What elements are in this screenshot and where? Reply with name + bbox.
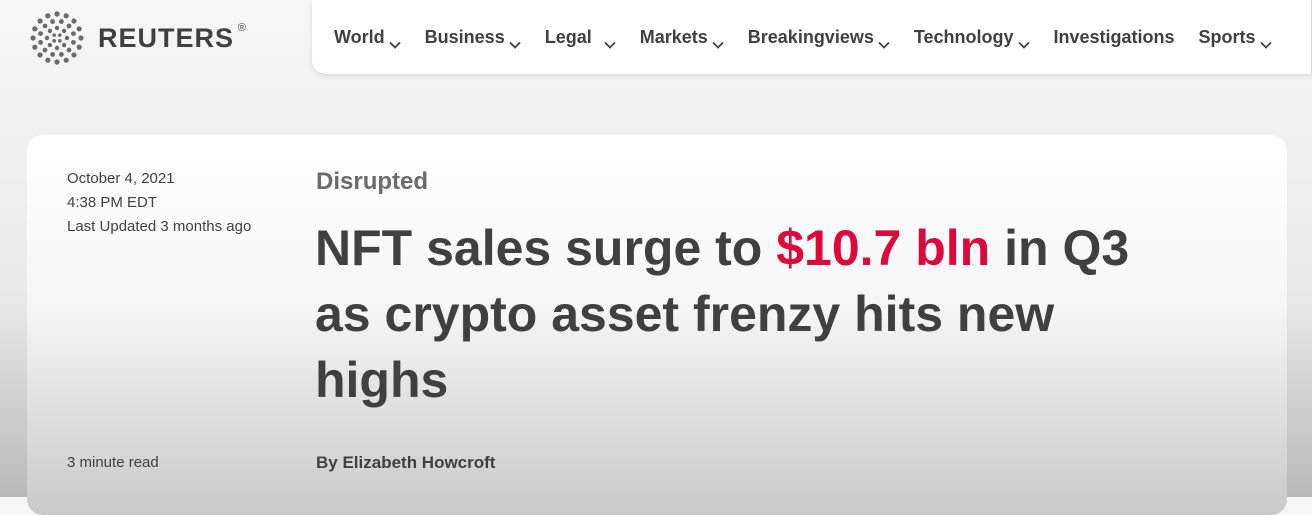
main-navigation: World Business Legal Markets Breakingvie… <box>312 0 1312 74</box>
article-headline: NFT sales surge to $10.7 bln in Q3 as cr… <box>315 215 1135 413</box>
chevron-down-icon <box>1259 33 1272 49</box>
nav-item-label: Markets <box>639 26 708 47</box>
nav-item-markets[interactable]: Markets <box>639 26 724 49</box>
nav-item-technology[interactable]: Technology <box>913 26 1030 49</box>
brand-name-text: REUTERS <box>98 22 235 53</box>
headline-highlight: $10.7 bln <box>776 220 991 276</box>
chevron-down-icon <box>509 33 521 49</box>
nav-item-label: Breakingviews <box>747 26 874 47</box>
registered-mark: ® <box>237 21 248 34</box>
article-meta: October 4, 2021 4:38 PM EDT Last Updated… <box>67 167 251 239</box>
chevron-down-icon <box>1017 33 1030 49</box>
nav-item-breakingviews[interactable]: Breakingviews <box>747 26 890 49</box>
nav-item-world[interactable]: World <box>334 26 401 49</box>
read-time: 3 minute read <box>67 454 159 471</box>
nav-list: World Business Legal Markets Breakingvie… <box>312 0 1311 74</box>
nav-item-label: Legal <box>544 26 592 47</box>
section-kicker[interactable]: Disrupted <box>316 168 428 196</box>
chevron-down-icon <box>389 33 401 49</box>
nav-item-sports[interactable]: Sports <box>1198 26 1272 49</box>
chevron-down-icon <box>878 33 890 49</box>
last-updated: Last Updated 3 months ago <box>67 218 252 235</box>
nav-item-label: Business <box>424 26 505 47</box>
nav-item-investigations[interactable]: Investigations <box>1054 27 1175 48</box>
article-header-card: October 4, 2021 4:38 PM EDT Last Updated… <box>27 135 1287 515</box>
publish-time: 4:38 PM EDT <box>67 194 158 211</box>
nav-item-label: Technology <box>913 26 1014 47</box>
nav-item-label: Sports <box>1198 26 1256 47</box>
nav-item-business[interactable]: Business <box>424 26 521 49</box>
reuters-logo[interactable]: REUTERS ® <box>26 11 246 65</box>
brand-name: REUTERS ® <box>98 22 246 53</box>
nav-item-label: World <box>334 26 385 47</box>
publish-date: October 4, 2021 <box>67 170 175 187</box>
reuters-dots-icon <box>26 11 88 65</box>
article-byline[interactable]: By Elizabeth Howcroft <box>316 453 495 473</box>
nav-item-legal[interactable]: Legal <box>544 26 616 49</box>
chevron-down-icon <box>604 33 616 49</box>
chevron-down-icon <box>712 33 724 49</box>
headline-text-start: NFT sales surge to <box>315 220 777 276</box>
nav-item-label: Investigations <box>1053 26 1175 47</box>
